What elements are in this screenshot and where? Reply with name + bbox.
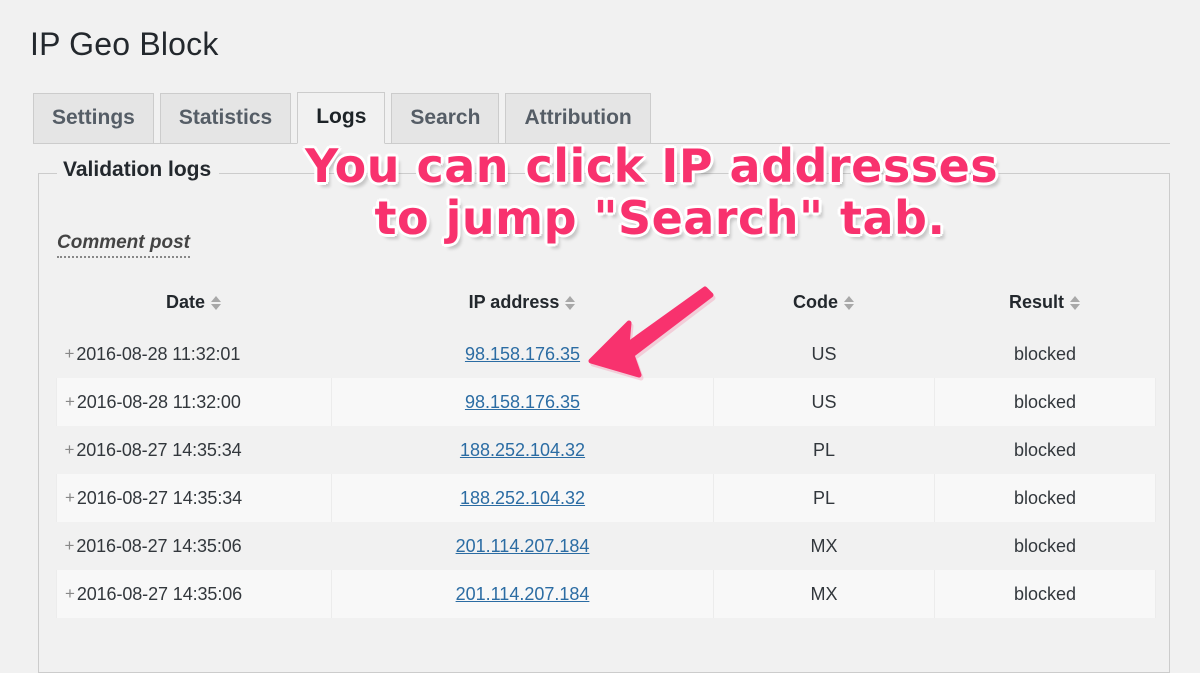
column-header-date-label: Date	[165, 292, 205, 312]
cell-date: +2016-08-27 14:35:34	[56, 474, 332, 522]
expand-row-icon[interactable]: +	[65, 488, 75, 508]
column-header-code[interactable]: Code	[714, 292, 935, 330]
column-header-code-label: Code	[793, 292, 838, 312]
cell-ip-address: 188.252.104.32	[332, 426, 714, 474]
cell-date-value: 2016-08-27 14:35:06	[76, 535, 242, 556]
cell-ip-address: 188.252.104.32	[331, 474, 714, 522]
sort-arrows-icon[interactable]	[1070, 295, 1081, 311]
expand-row-icon[interactable]: +	[65, 584, 75, 604]
cell-ip-address: 98.158.176.35	[332, 330, 714, 378]
cell-ip-address: 98.158.176.35	[331, 378, 714, 426]
cell-result: blocked	[934, 570, 1156, 618]
column-header-date[interactable]: Date	[57, 292, 332, 330]
tab-statistics[interactable]: Statistics	[159, 93, 292, 143]
table-row: +2016-08-27 14:35:06 201.114.207.184 MX …	[56, 570, 1156, 618]
tab-logs[interactable]: Logs	[297, 92, 386, 144]
cell-code: MX	[810, 535, 838, 556]
tab-settings[interactable]: Settings	[33, 93, 154, 143]
ip-address-link[interactable]: 201.114.207.184	[456, 536, 590, 556]
cell-date: +2016-08-28 11:32:01	[57, 330, 332, 378]
sort-arrows-icon[interactable]	[565, 295, 576, 311]
comment-post-label[interactable]: Comment post	[57, 232, 190, 258]
cell-date: +2016-08-27 14:35:06	[57, 522, 332, 570]
page-title: IP Geo Block	[30, 26, 219, 62]
table-row: +2016-08-27 14:35:34 188.252.104.32 PL b…	[56, 474, 1156, 522]
ip-address-link[interactable]: 98.158.176.35	[465, 392, 580, 412]
cell-code: US	[713, 378, 935, 426]
column-header-result[interactable]: Result	[935, 292, 1156, 330]
cell-code: US	[811, 343, 837, 364]
table-header-row: Date IP address Code Result	[57, 292, 1156, 330]
cell-date: +2016-08-27 14:35:06	[56, 570, 332, 618]
cell-result: blocked	[934, 378, 1156, 426]
tab-bar: Settings Statistics Logs Search Attribut…	[33, 92, 1170, 144]
sort-arrows-icon[interactable]	[844, 295, 855, 311]
column-header-ip-address-label: IP address	[468, 292, 560, 312]
cell-result: blocked	[934, 474, 1156, 522]
ip-address-link[interactable]: 98.158.176.35	[465, 344, 580, 364]
cell-date-value: 2016-08-28 11:32:01	[76, 343, 241, 364]
cell-code: MX	[713, 570, 935, 618]
expand-row-icon[interactable]: +	[65, 392, 75, 412]
cell-result: blocked	[1013, 343, 1077, 364]
table-row: +2016-08-27 14:35:06 201.114.207.184 MX …	[56, 522, 1156, 570]
page-root: IP Geo Block Settings Statistics Logs Se…	[0, 0, 1200, 673]
cell-date-value: 2016-08-27 14:35:34	[76, 439, 242, 460]
cell-code: PL	[713, 474, 935, 522]
validation-logs-table: Date IP address Code Result + 2016-08-28…	[56, 292, 1156, 618]
cell-ip-address: 201.114.207.184	[332, 522, 714, 570]
cell-date: +2016-08-28 11:32:00	[56, 378, 332, 426]
cell-ip-address: 201.114.207.184	[331, 570, 714, 618]
cell-code: PL	[812, 439, 836, 460]
tab-search[interactable]: Search	[391, 93, 500, 143]
table-row: +2016-08-27 14:35:34 188.252.104.32 PL b…	[56, 426, 1156, 474]
cell-date: +2016-08-27 14:35:34	[57, 426, 332, 474]
ip-address-link[interactable]: 201.114.207.184	[456, 584, 590, 604]
expand-row-icon[interactable]: +	[65, 536, 75, 556]
table-body: +2016-08-28 11:32:01 98.158.176.35 US bl…	[56, 330, 1156, 618]
column-header-ip-address[interactable]: IP address	[332, 292, 714, 330]
tab-attribution[interactable]: Attribution	[505, 93, 651, 143]
cell-result: blocked	[1013, 439, 1077, 460]
table-row: +2016-08-28 11:32:00 98.158.176.35 US bl…	[56, 378, 1156, 426]
panel-legend: Validation logs	[57, 158, 220, 182]
cell-date-value: 2016-08-27 14:35:34	[76, 487, 243, 508]
expand-row-icon[interactable]: +	[65, 344, 75, 364]
cell-date-value: 2016-08-27 14:35:06	[76, 583, 243, 604]
sort-arrows-icon[interactable]	[211, 295, 222, 311]
expand-row-icon[interactable]: +	[65, 440, 75, 460]
table-row: +2016-08-28 11:32:01 98.158.176.35 US bl…	[56, 330, 1156, 378]
ip-address-link[interactable]: 188.252.104.32	[460, 440, 585, 460]
table-head: Date IP address Code Result	[57, 292, 1156, 330]
cell-date-value: 2016-08-28 11:32:00	[76, 391, 241, 412]
ip-address-link[interactable]: 188.252.104.32	[460, 488, 585, 508]
column-header-result-label: Result	[1008, 292, 1064, 312]
cell-result: blocked	[1013, 535, 1077, 556]
